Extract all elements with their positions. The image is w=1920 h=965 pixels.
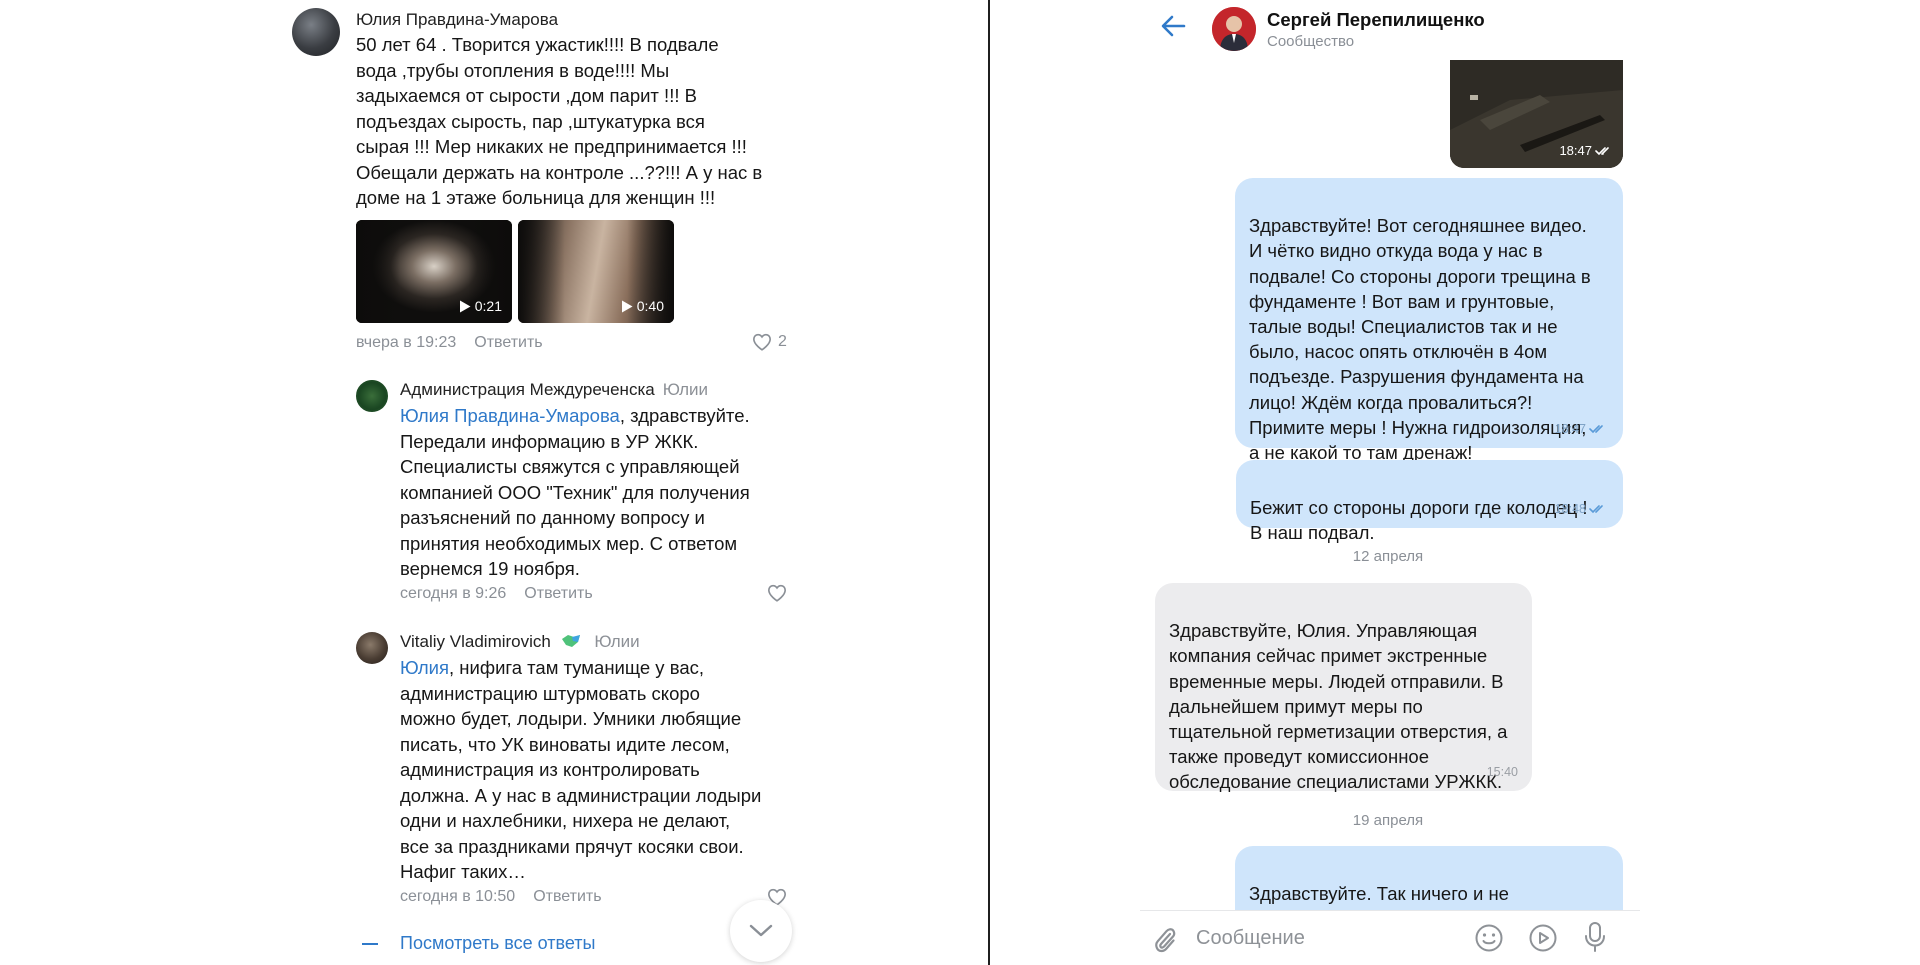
author-name[interactable]: Администрация Междуреченска [400,380,655,399]
video-thumbnail[interactable]: 0:21 [356,220,512,323]
video-message-button[interactable] [1528,923,1558,958]
mention-link[interactable]: Юлия Правдина-Умарова [400,405,620,426]
emoji-icon [1475,924,1503,952]
double-check-icon [1595,146,1609,155]
message-bubble-outgoing[interactable]: Здравствуйте! Вот сегодняшнее видео. И ч… [1235,178,1623,463]
message-text: Здравствуйте! Вот сегодняшнее видео. И ч… [1249,215,1591,464]
chat-subtitle: Сообщество [1267,33,1355,50]
comment-meta: вчера в 19:23 Ответить [356,334,543,352]
video-thumbnail[interactable]: 0:40 [518,220,674,323]
scroll-down-button[interactable] [730,900,792,962]
like-button[interactable]: 2 [752,333,787,351]
like-count: 2 [778,333,787,350]
comment-author[interactable]: Юлия Правдина-Умарова [356,10,558,30]
comment-time: вчера в 19:23 [356,334,457,351]
reply-to-label: Юлии [594,632,640,651]
chat-header: Сергей Перепилищенко Сообщество [990,0,1920,58]
message-text: Здравствуйте, Юлия. Управляющая компания… [1169,620,1508,793]
image-message[interactable]: 18:47 [1450,60,1623,168]
emoji-button[interactable] [1474,923,1504,958]
reply-button[interactable]: Ответить [524,585,592,602]
comment-author[interactable]: Vitaliy Vladimirovich Юлии [400,632,640,652]
video-duration: 0:40 [636,298,664,314]
date-separator: 12 апреля [1352,548,1424,565]
chevron-down-icon [749,924,773,937]
comment-text: Юлия Правдина-Умарова, здравствуйте. Пер… [400,403,800,582]
attach-button[interactable] [1152,925,1178,960]
play-icon [459,300,471,312]
comment-text-rest: Передали информацию в УР ЖКК. Специалист… [400,430,750,580]
comment-text-rest: администрацию штурмовать скоро можно буд… [400,682,762,883]
double-check-icon [1589,425,1603,434]
play-icon [621,300,633,312]
show-all-replies-label: Посмотреть все ответы [400,933,596,953]
comment-author[interactable]: Администрация Междуреченска Юлии [400,380,708,400]
comment-meta: сегодня в 9:26 Ответить [400,585,593,603]
double-check-icon [1589,505,1603,514]
message-time: 18:47 [1554,421,1586,436]
comment-text: 50 лет 64 . Творится ужастик!!!! В подва… [356,34,763,208]
comment-time: сегодня в 10:50 [400,888,516,905]
heart-icon [752,333,772,351]
back-button[interactable] [1160,14,1186,43]
video-message-icon [1529,924,1557,952]
comment-text-first: , здравствуйте. [619,405,750,426]
video-duration: 0:21 [474,298,502,314]
person-photo-icon [1212,7,1256,51]
reply-to-label: Юлии [662,380,709,399]
message-time: 15:40 [1486,764,1518,779]
heart-icon [767,584,787,602]
comment-text-first: , нифига там туманище у вас, [449,657,704,678]
message-time: 18:47 [1559,143,1592,158]
message-bubble-incoming[interactable]: Здравствуйте, Юлия. Управляющая компания… [1155,583,1532,793]
chat-panel: Сергей Перепилищенко Сообщество 18:47 Зд… [990,0,1920,965]
message-bubble-outgoing[interactable]: Бежит со стороны дороги где колодец ! В … [1236,460,1623,543]
message-text: Бежит со стороны дороги где колодец ! В … [1250,497,1588,544]
community-avatar[interactable] [1212,7,1256,51]
comment-text: Юлия, нифига там туманище у вас, админис… [400,655,800,885]
message-composer [1140,910,1640,965]
show-all-replies-button[interactable]: Посмотреть все ответы [362,933,595,954]
reply-button[interactable]: Ответить [474,334,542,351]
map-badge-icon [561,635,580,647]
message-input[interactable] [1196,919,1466,957]
back-arrow-icon [1161,15,1186,37]
message-time: 18:48 [1554,501,1586,516]
paperclip-icon [1155,928,1176,953]
comment-meta: сегодня в 10:50 Ответить [400,888,602,906]
voice-message-button[interactable] [1583,921,1607,958]
microphone-icon [1585,922,1605,952]
author-name[interactable]: Vitaliy Vladimirovich [400,632,551,651]
date-separator: 19 апреля [1352,812,1424,829]
comment-time: сегодня в 9:26 [400,585,507,602]
avatar[interactable] [356,632,388,664]
like-button[interactable] [767,584,787,602]
comments-panel: Юлия Правдина-Умарова 50 лет 64 . Творит… [0,0,988,965]
avatar[interactable] [356,380,388,412]
collapse-dash-icon [362,942,378,945]
avatar[interactable] [292,8,340,56]
reply-button[interactable]: Ответить [533,888,601,905]
chat-title[interactable]: Сергей Перепилищенко [1267,9,1485,31]
mention-link[interactable]: Юлия [400,657,449,678]
